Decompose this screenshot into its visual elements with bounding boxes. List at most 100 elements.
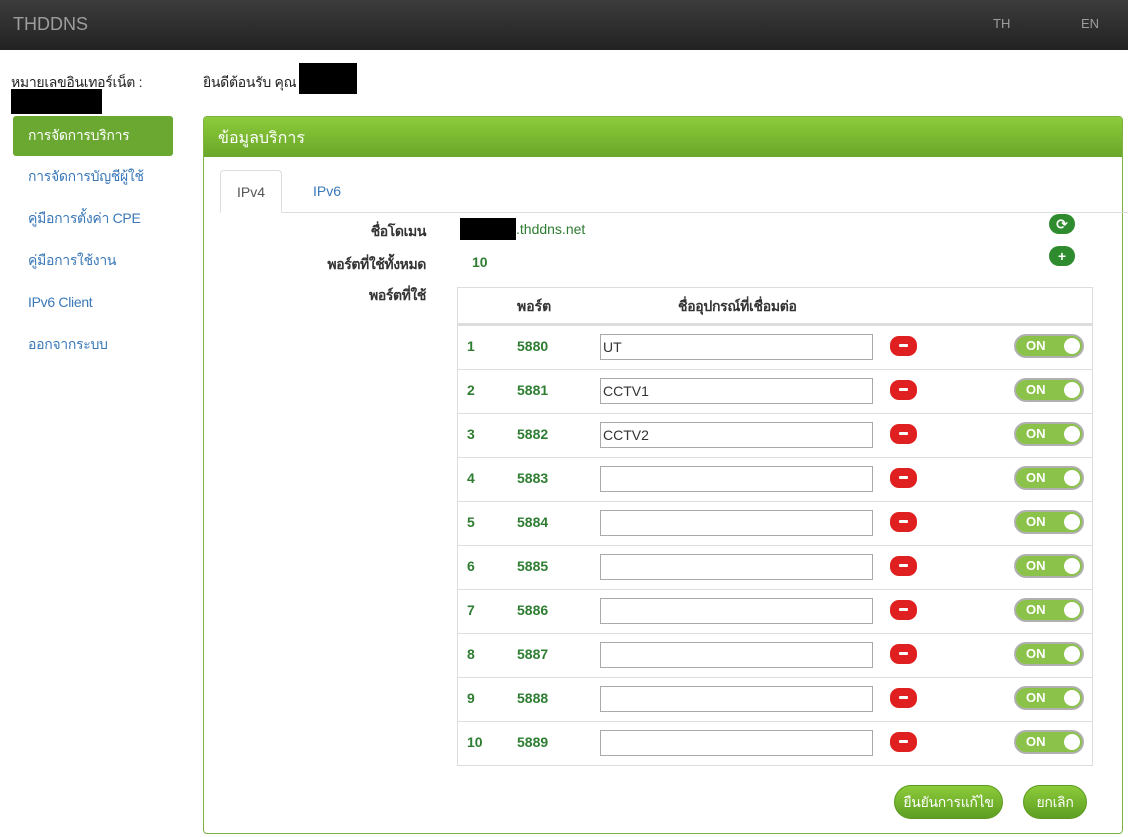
table-row: 10 5889 ON <box>458 721 1092 765</box>
toggle-label: ON <box>1026 382 1046 397</box>
minus-icon[interactable] <box>890 380 917 400</box>
row-number: 4 <box>467 470 475 486</box>
toggle-label: ON <box>1026 470 1046 485</box>
lang-en-link[interactable]: EN <box>1081 16 1099 31</box>
table-row: 2 5881 ON <box>458 369 1092 413</box>
toggle-label: ON <box>1026 646 1046 661</box>
port-toggle[interactable]: ON <box>1014 686 1084 710</box>
device-name-input[interactable] <box>600 334 873 360</box>
ports-table-header: พอร์ต ชื่ออุปกรณ์ที่เชื่อมต่อ <box>458 288 1092 325</box>
row-number: 7 <box>467 602 475 618</box>
table-row: 4 5883 ON <box>458 457 1092 501</box>
minus-icon[interactable] <box>890 732 917 752</box>
device-name-input[interactable] <box>600 554 873 580</box>
device-name-input[interactable] <box>600 378 873 404</box>
device-name-input[interactable] <box>600 598 873 624</box>
port-toggle[interactable]: ON <box>1014 730 1084 754</box>
row-port: 5889 <box>517 734 549 750</box>
sidebar-item-service-management[interactable]: การจัดการบริการ <box>13 116 173 156</box>
row-port: 5884 <box>517 514 549 530</box>
toggle-knob <box>1064 470 1080 486</box>
cancel-button[interactable]: ยกเลิก <box>1023 785 1087 819</box>
row-port: 5883 <box>517 470 549 486</box>
device-name-input[interactable] <box>600 510 873 536</box>
device-name-input[interactable] <box>600 730 873 756</box>
minus-icon[interactable] <box>890 644 917 664</box>
row-number: 5 <box>467 514 475 530</box>
device-name-input[interactable] <box>600 642 873 668</box>
row-number: 6 <box>467 558 475 574</box>
header-device: ชื่ออุปกรณ์ที่เชื่อมต่อ <box>678 298 797 314</box>
sidebar-item-account-management[interactable]: การจัดการบัญชีผู้ใช้ <box>13 158 173 200</box>
toggle-label: ON <box>1026 558 1046 573</box>
toggle-knob <box>1064 338 1080 354</box>
domain-suffix: .thddns.net <box>516 221 586 237</box>
minus-icon[interactable] <box>890 468 917 488</box>
row-number: 8 <box>467 646 475 662</box>
row-number: 2 <box>467 382 475 398</box>
port-toggle[interactable]: ON <box>1014 378 1084 402</box>
device-name-input[interactable] <box>600 466 873 492</box>
port-toggle[interactable]: ON <box>1014 422 1084 446</box>
plus-icon[interactable]: + <box>1049 246 1075 266</box>
port-toggle[interactable]: ON <box>1014 554 1084 578</box>
row-port: 5887 <box>517 646 549 662</box>
port-toggle[interactable]: ON <box>1014 466 1084 490</box>
row-port: 5882 <box>517 426 549 442</box>
redacted-username <box>299 63 357 94</box>
toggle-label: ON <box>1026 602 1046 617</box>
service-info-panel: ข้อมูลบริการ IPv4 IPv6 ชื่อโดเมน .thddns… <box>203 116 1128 834</box>
top-navbar: THDDNS TH EN <box>0 0 1128 50</box>
sidebar-item-logout[interactable]: ออกจากระบบ <box>13 326 173 368</box>
toggle-knob <box>1064 690 1080 706</box>
table-row: 1 5880 ON <box>458 325 1092 369</box>
ports-table: พอร์ต ชื่ออุปกรณ์ที่เชื่อมต่อ 15880ON258… <box>457 287 1093 766</box>
row-port: 5880 <box>517 338 549 354</box>
port-toggle[interactable]: ON <box>1014 510 1084 534</box>
device-name-input[interactable] <box>600 686 873 712</box>
row-port: 5886 <box>517 602 549 618</box>
confirm-edit-button[interactable]: ยืนยันการแก้ไข <box>894 785 1003 819</box>
port-toggle[interactable]: ON <box>1014 334 1084 358</box>
tab-ipv4[interactable]: IPv4 <box>220 170 283 213</box>
redacted-domain <box>460 218 516 240</box>
toggle-knob <box>1064 602 1080 618</box>
minus-icon[interactable] <box>890 688 917 708</box>
minus-icon[interactable] <box>890 556 917 576</box>
toggle-knob <box>1064 646 1080 662</box>
row-number: 10 <box>467 734 483 750</box>
tab-bar: IPv4 IPv6 <box>220 170 1128 213</box>
table-row: 8 5887 ON <box>458 633 1092 677</box>
minus-icon[interactable] <box>890 424 917 444</box>
port-toggle[interactable]: ON <box>1014 642 1084 666</box>
row-port: 5888 <box>517 690 549 706</box>
port-toggle[interactable]: ON <box>1014 598 1084 622</box>
minus-icon[interactable] <box>890 336 917 356</box>
domain-label: ชื่อโดเมน <box>370 223 427 239</box>
lang-th-link[interactable]: TH <box>993 16 1010 31</box>
row-port: 5885 <box>517 558 549 574</box>
table-row: 7 5886 ON <box>458 589 1092 633</box>
minus-icon[interactable] <box>890 512 917 532</box>
toggle-knob <box>1064 382 1080 398</box>
toggle-label: ON <box>1026 690 1046 705</box>
minus-icon[interactable] <box>890 600 917 620</box>
toggle-knob <box>1064 426 1080 442</box>
sidebar-item-user-guide[interactable]: คู่มือการใช้งาน <box>13 242 173 284</box>
brand-logo[interactable]: THDDNS <box>13 14 88 35</box>
row-number: 3 <box>467 426 475 442</box>
device-name-input[interactable] <box>600 422 873 448</box>
table-row: 3 5882 ON <box>458 413 1092 457</box>
row-number: 1 <box>467 338 475 354</box>
row-port: 5881 <box>517 382 549 398</box>
sidebar-item-ipv6-client[interactable]: IPv6 Client <box>13 284 173 326</box>
toggle-label: ON <box>1026 338 1046 353</box>
tab-ipv6[interactable]: IPv6 <box>297 170 357 213</box>
sidebar-item-cpe-guide[interactable]: คู่มือการตั้งค่า CPE <box>13 200 173 242</box>
refresh-icon[interactable]: ⟳ <box>1049 214 1075 234</box>
panel-title: ข้อมูลบริการ <box>204 117 1122 157</box>
sidebar-nav: การจัดการบริการ การจัดการบัญชีผู้ใช้ คู่… <box>13 116 173 368</box>
table-row: 5 5884 ON <box>458 501 1092 545</box>
used-ports-label: พอร์ตที่ใช้ <box>368 287 426 303</box>
toggle-knob <box>1064 734 1080 750</box>
